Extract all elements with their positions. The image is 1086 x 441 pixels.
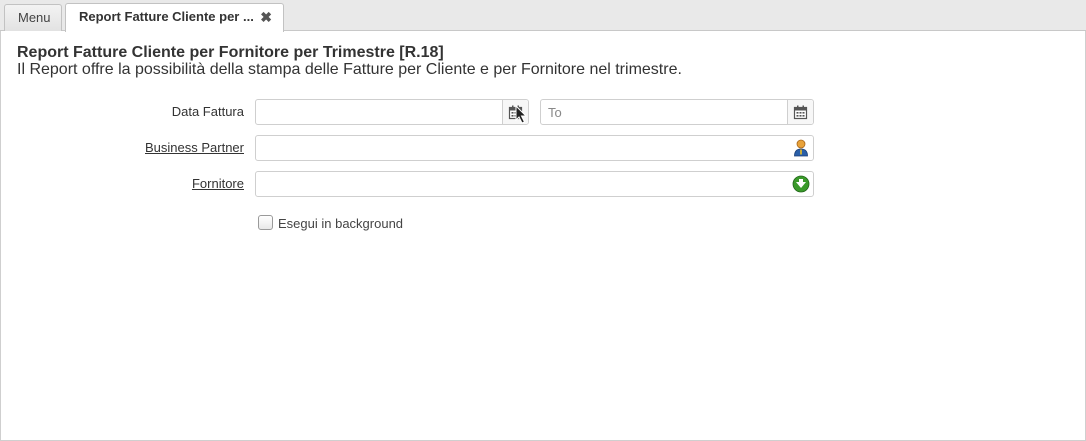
business-partner-icon [793,139,808,157]
data-fattura-label: Data Fattura [171,104,244,119]
data-fattura-from-field[interactable] [255,99,529,125]
fornitore-input[interactable] [256,172,813,196]
tab-report-label: Report Fatture Cliente per ... [79,9,254,24]
close-icon[interactable]: ✖ [260,4,272,30]
page-title: Report Fatture Cliente per Fornitore per… [17,44,444,61]
tab-bar: Menu Report Fatture Cliente per ... ✖ [0,0,1086,32]
tab-menu[interactable]: Menu [4,4,62,31]
tab-report[interactable]: Report Fatture Cliente per ... ✖ [65,3,284,32]
fornitore-label[interactable]: Fornitore [44,176,244,191]
business-partner-search-button[interactable] [788,136,813,160]
background-checkbox-label[interactable]: Esegui in background [278,216,403,231]
business-partner-field[interactable] [255,135,814,161]
tab-menu-label: Menu [18,10,51,25]
calendar-icon [793,105,808,119]
fornitore-search-button[interactable] [788,172,813,196]
data-fattura-to-input[interactable] [541,100,813,124]
business-partner-input[interactable] [256,136,813,160]
fornitore-field[interactable] [255,171,814,197]
page-description: Il Report offre la possibilità della sta… [17,61,682,78]
data-fattura-to-field[interactable] [540,99,814,125]
data-fattura-from-input[interactable] [256,100,528,124]
calendar-to-button[interactable] [787,100,813,124]
background-checkbox[interactable] [258,215,273,230]
business-partner-label[interactable]: Business Partner [44,140,244,155]
mouse-cursor-icon [515,105,528,124]
green-arrow-icon [792,175,809,193]
